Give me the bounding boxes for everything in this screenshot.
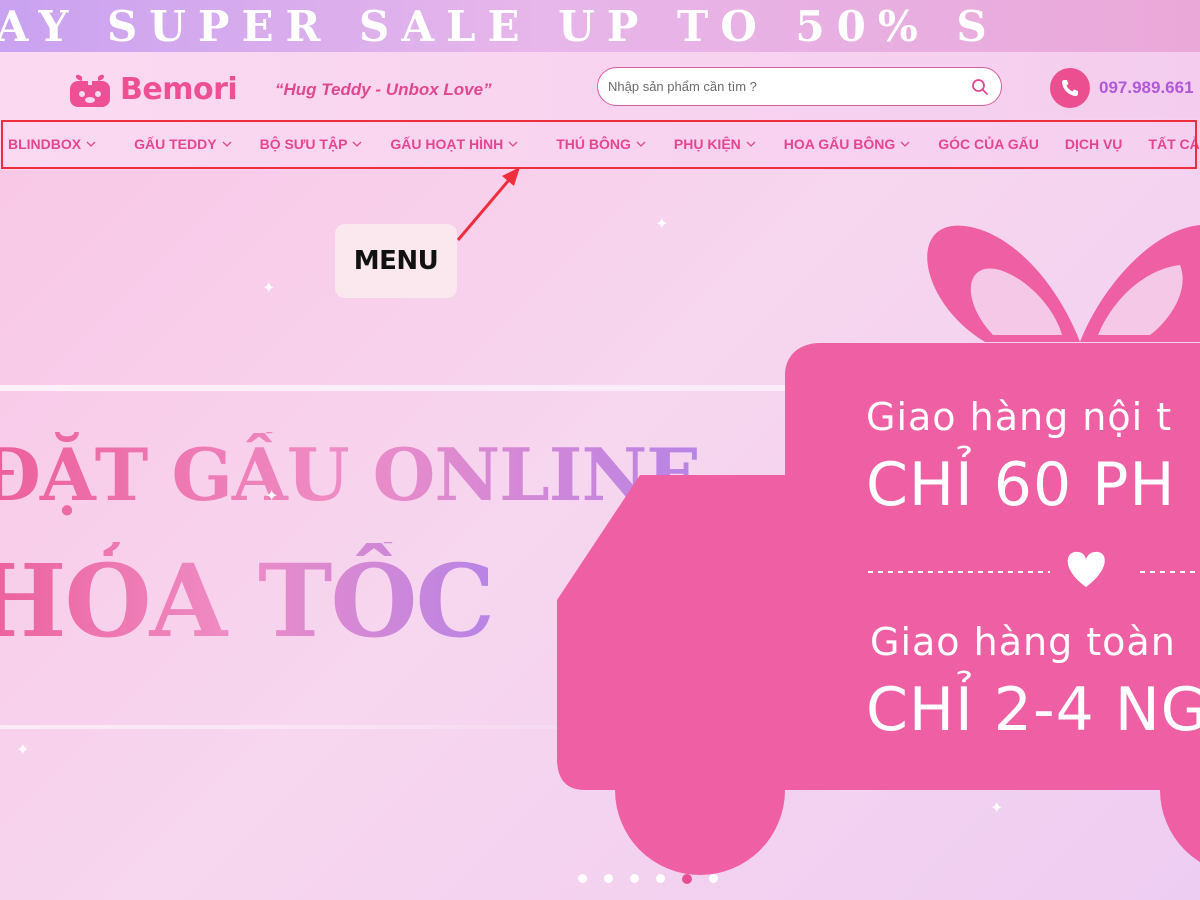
menu-item[interactable]: HOA GẤU BÔNG <box>784 136 910 152</box>
menu-item[interactable]: PHỤ KIỆN <box>674 136 756 152</box>
menu-item[interactable]: GÓC CỦA GẤU <box>938 136 1039 152</box>
menu-item-label: GẤU TEDDY <box>134 136 217 152</box>
truck-text-line4: CHỈ 2-4 NG <box>866 675 1200 745</box>
menu-item-label: BỘ SƯU TẬP <box>259 136 348 152</box>
slider-dot[interactable] <box>682 874 692 884</box>
promo-marquee[interactable]: GAY SUPER SALE UP TO 50% S <box>0 0 1200 52</box>
menu-item-label: BLINDBOX <box>8 136 82 152</box>
menu-item-label: GẤU HOẠT HÌNH <box>390 136 504 152</box>
menu-item[interactable]: THÚ BÔNG <box>556 136 646 152</box>
sparkle-icon: ✦ <box>990 800 1004 817</box>
sparkle-icon: ✦ <box>262 280 276 297</box>
chevron-down-icon <box>86 141 96 147</box>
chevron-down-icon <box>222 141 232 147</box>
site-header: Bemori “Hug Teddy - Unbox Love” 097.989.… <box>0 52 1200 118</box>
slider-dot[interactable] <box>604 874 613 883</box>
slogan: “Hug Teddy - Unbox Love” <box>275 80 492 99</box>
chevron-down-icon <box>900 141 910 147</box>
sparkle-icon: ✦ <box>16 742 30 759</box>
menu-callout-label: MENU <box>335 224 457 298</box>
delivery-truck-graphic <box>557 225 1200 875</box>
chevron-down-icon <box>636 141 646 147</box>
chevron-down-icon <box>352 141 362 147</box>
menu-item[interactable]: GẤU HOẠT HÌNH <box>390 136 518 152</box>
menu-item-label: GÓC CỦA GẤU <box>938 136 1039 152</box>
sparkle-icon: ✦ <box>655 216 669 233</box>
hotline-link[interactable]: 097.989.661 <box>1050 68 1194 108</box>
slider-dot[interactable] <box>709 874 718 883</box>
search-icon[interactable] <box>971 78 989 96</box>
menu-item-label: HOA GẤU BÔNG <box>783 136 896 152</box>
truck-text-line2: CHỈ 60 PH <box>866 450 1176 520</box>
phone-number: 097.989.661 <box>1099 78 1194 97</box>
truck-text-line3: Giao hàng toàn <box>870 620 1176 664</box>
slider-dots <box>578 874 735 884</box>
chevron-down-icon <box>508 141 518 147</box>
page: GAY SUPER SALE UP TO 50% S Bemori “Hug T… <box>0 0 1200 900</box>
logo-text: Bemori <box>120 71 238 107</box>
slider-dot[interactable] <box>656 874 665 883</box>
menu-item-label: DỊCH VỤ <box>1064 136 1123 152</box>
main-menu: BLINDBOX GẤU TEDDY BỘ SƯU TẬP GẤU HOẠT HÌNH… <box>0 118 1200 170</box>
logo-link[interactable]: Bemori <box>68 66 238 112</box>
gift-bear-icon <box>70 74 110 107</box>
menu-item-label: THÚ BÔNG <box>556 136 631 152</box>
menu-item[interactable]: BỘ SƯU TẬP <box>260 136 363 152</box>
marquee-text: GAY SUPER SALE UP TO 50% S <box>0 2 999 51</box>
menu-item[interactable]: DỊCH VỤ <box>1065 136 1123 152</box>
hero-banner[interactable]: ĐẶT GẤU ONLINE HỎA TỐC Giao hàng nội t C… <box>0 170 1200 900</box>
menu-item[interactable]: GẤU TEDDY <box>134 136 232 152</box>
slider-dot[interactable] <box>578 874 587 883</box>
menu-item[interactable]: BLINDBOX <box>8 136 96 152</box>
menu-item-label: TẤT CẢ SP <box>1148 136 1200 152</box>
front-wheel <box>615 705 785 875</box>
chevron-down-icon <box>746 141 756 147</box>
sparkle-icon: ✦ <box>265 488 279 505</box>
truck-text-line1: Giao hàng nội t <box>866 395 1173 439</box>
menu-item[interactable]: TẤT CẢ SP <box>1148 136 1200 152</box>
slider-dot[interactable] <box>630 874 639 883</box>
menu-items: BLINDBOX GẤU TEDDY BỘ SƯU TẬP GẤU HOẠT HÌNH… <box>8 118 1200 170</box>
search-input[interactable] <box>608 79 958 94</box>
search-bar <box>597 67 1002 106</box>
menu-item-label: PHỤ KIỆN <box>673 136 741 152</box>
phone-icon <box>1050 68 1090 108</box>
